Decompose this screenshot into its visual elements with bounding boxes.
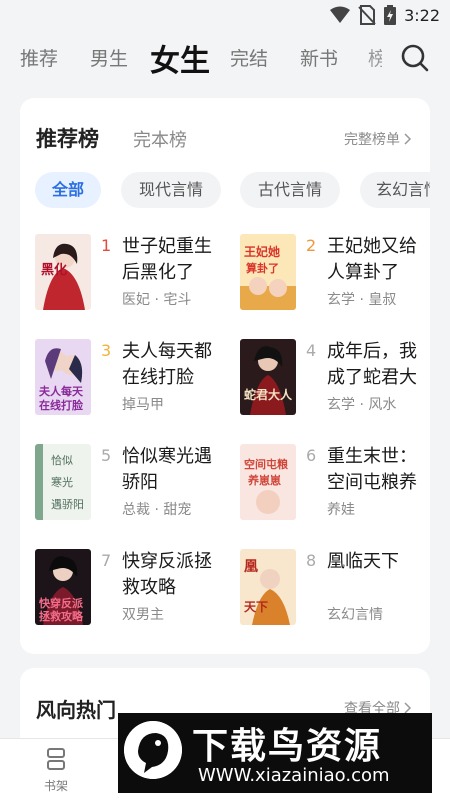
tab-male[interactable]: 男生 [90, 44, 128, 71]
ranking-title[interactable]: 推荐榜 [36, 123, 99, 153]
wifi-icon [330, 6, 351, 23]
book-title: 重生末世：空间屯粮养 [327, 446, 417, 493]
book-tags: 医妃 · 宅斗 [122, 292, 192, 308]
tab-completed[interactable]: 完结 [230, 44, 268, 71]
book-tags: 双男主 [122, 607, 164, 623]
category-chips: 全部 现代言情 古代言情 玄幻言情 [35, 172, 430, 210]
rank-number: 8 [306, 551, 317, 570]
book-item[interactable]: 空间屯粮 养崽崽 6 重生末世：空间屯粮养 养娃 [240, 444, 430, 534]
svg-text:天下: 天下 [244, 600, 268, 614]
full-ranking-label: 完整榜单 [344, 132, 400, 148]
watermark-banner: 下载鸟资源 WWW.xiazainiao.com [118, 713, 432, 793]
rank-number: 6 [306, 446, 317, 465]
book-item[interactable]: 黑化 1 世子妃重生后黑化了 医妃 · 宅斗 [35, 234, 225, 324]
ranking-card: 推荐榜 完本榜 完整榜单 全部 现代言情 古代言情 玄幻言情 黑化 1 世子妃重… [20, 98, 430, 654]
svg-text:养崽崽: 养崽崽 [247, 473, 281, 487]
watermark-url: WWW.xiazainiao.com [198, 765, 390, 786]
book-cover: 夫人每天 在线打脸 [35, 339, 91, 415]
svg-text:恰似: 恰似 [51, 453, 73, 467]
rank-number: 4 [306, 341, 317, 360]
svg-text:王妃她: 王妃她 [244, 244, 280, 259]
search-icon[interactable] [400, 43, 430, 73]
battery-icon [384, 5, 397, 25]
svg-text:黑化: 黑化 [41, 262, 67, 278]
rank-number: 1 [101, 236, 112, 255]
bird-logo-icon [124, 721, 182, 779]
tab-female[interactable]: 女生 [150, 36, 210, 80]
status-bar: 3:22 [0, 0, 450, 30]
book-cover: 凰 天下 [240, 549, 296, 625]
book-item[interactable]: 快穿反派 拯救攻略 7 快穿反派拯救攻略 双男主 [35, 549, 225, 639]
book-item[interactable]: 蛇君大人 4 成年后，我成了蛇君大 玄学 · 风水 [240, 339, 430, 429]
book-title: 凰临天下 [327, 551, 399, 572]
full-ranking-link[interactable]: 完整榜单 [344, 129, 412, 149]
book-title: 王妃她又给人算卦了 [327, 236, 417, 283]
svg-text:蛇君大人: 蛇君大人 [244, 387, 293, 402]
svg-text:快穿反派: 快穿反派 [38, 596, 84, 610]
rank-number: 2 [306, 236, 317, 255]
book-item[interactable]: 王妃她 算卦了 2 王妃她又给人算卦了 玄学 · 皇叔 [240, 234, 430, 324]
svg-text:算卦了: 算卦了 [245, 261, 279, 275]
book-cover: 王妃她 算卦了 [240, 234, 296, 310]
rank-number: 3 [101, 341, 112, 360]
tab-recommend[interactable]: 推荐 [20, 44, 58, 71]
book-cover: 蛇君大人 [240, 339, 296, 415]
chip-all[interactable]: 全部 [35, 172, 101, 208]
svg-text:拯救攻略: 拯救攻略 [39, 609, 84, 623]
book-cover: 空间屯粮 养崽崽 [240, 444, 296, 520]
book-tags: 掉马甲 [122, 397, 164, 413]
rank-number: 5 [101, 446, 112, 465]
chip-modern-romance[interactable]: 现代言情 [121, 172, 221, 208]
completed-ranking-tab[interactable]: 完本榜 [133, 126, 187, 152]
svg-text:凰: 凰 [244, 559, 258, 575]
book-title: 恰似寒光遇骄阳 [122, 446, 212, 493]
svg-text:遇骄阳: 遇骄阳 [51, 498, 84, 511]
bottom-nav-bookshelf[interactable]: 书架 [26, 747, 86, 794]
book-tags: 养娃 [327, 502, 355, 518]
no-sim-icon [358, 5, 376, 25]
top-nav: 推荐 男生 女生 完结 新书 榜 [0, 32, 450, 84]
svg-text:寒光: 寒光 [51, 475, 73, 489]
trending-title: 风向热门 [36, 698, 116, 722]
bottom-nav-label: 书架 [43, 779, 68, 793]
rank-number: 7 [101, 551, 112, 570]
book-title: 快穿反派拯救攻略 [122, 551, 212, 598]
svg-text:在线打脸: 在线打脸 [39, 398, 84, 412]
chip-fantasy-romance[interactable]: 玄幻言情 [360, 172, 430, 208]
bookshelf-icon [47, 748, 65, 770]
svg-text:空间屯粮: 空间屯粮 [244, 457, 288, 471]
book-tags: 总裁 · 甜宠 [122, 502, 192, 518]
book-cover: 黑化 [35, 234, 91, 310]
tab-new-books[interactable]: 新书 [300, 44, 338, 71]
book-title: 夫人每天都在线打脸 [122, 341, 212, 388]
book-item[interactable]: 凰 天下 8 凰临天下 玄幻言情 [240, 549, 430, 639]
watermark-text: 下载鸟资源 [192, 726, 383, 767]
tab-ranking[interactable]: 榜 [368, 44, 382, 71]
book-title: 世子妃重生后黑化了 [122, 236, 212, 283]
svg-text:夫人每天: 夫人每天 [39, 384, 84, 398]
chip-ancient-romance[interactable]: 古代言情 [240, 172, 340, 208]
chevron-right-icon [404, 133, 412, 145]
book-cover: 恰似 寒光 遇骄阳 [35, 444, 91, 520]
book-tags: 玄学 · 风水 [327, 397, 397, 413]
book-tags: 玄学 · 皇叔 [327, 292, 397, 308]
book-tags: 玄幻言情 [327, 607, 383, 623]
book-cover: 快穿反派 拯救攻略 [35, 549, 91, 625]
status-time: 3:22 [404, 5, 440, 25]
book-item[interactable]: 恰似 寒光 遇骄阳 5 恰似寒光遇骄阳 总裁 · 甜宠 [35, 444, 225, 534]
book-item[interactable]: 夫人每天 在线打脸 3 夫人每天都在线打脸 掉马甲 [35, 339, 225, 429]
book-title: 成年后，我成了蛇君大 [327, 341, 417, 388]
